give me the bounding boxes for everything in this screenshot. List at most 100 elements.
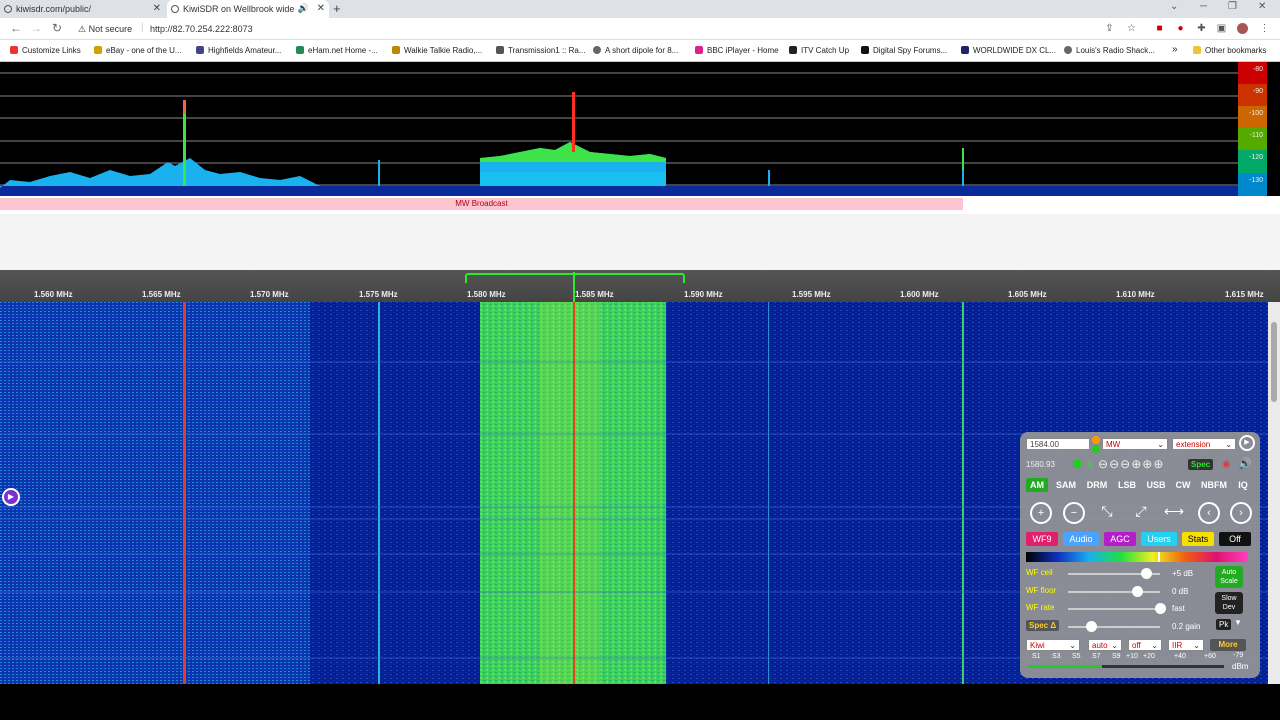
scrollbar-thumb[interactable] bbox=[1271, 322, 1277, 402]
opera-extension-icon[interactable]: ● bbox=[1175, 23, 1186, 34]
menu-dots-icon[interactable]: ⋮ bbox=[1259, 23, 1270, 34]
freq-up-icon[interactable] bbox=[1092, 436, 1100, 444]
tab-stats[interactable]: Stats bbox=[1182, 532, 1214, 546]
mode-am[interactable]: AM bbox=[1026, 478, 1048, 492]
bookmark-item[interactable]: ITV Catch Up bbox=[789, 46, 849, 55]
extension-icon[interactable]: ■ bbox=[1154, 23, 1165, 34]
step-buttons[interactable]: ⊖⊖⊖⊕⊕⊕ bbox=[1098, 457, 1164, 471]
mode-nbfm[interactable]: NBFM bbox=[1198, 478, 1230, 492]
page-right-icon[interactable]: › bbox=[1230, 502, 1252, 524]
auto-scale-button[interactable]: Auto Scale bbox=[1215, 566, 1243, 588]
security-indicator[interactable]: ⚠ Not secure bbox=[78, 24, 132, 35]
passband-indicator[interactable] bbox=[465, 273, 685, 283]
avatar[interactable] bbox=[1237, 23, 1248, 34]
wf-ceil-knob[interactable] bbox=[1141, 568, 1153, 579]
left-panel-play-icon[interactable]: ▶ bbox=[2, 488, 20, 506]
mode-sam[interactable]: SAM bbox=[1053, 478, 1079, 492]
lock-icon[interactable] bbox=[1073, 460, 1081, 468]
tab-audio[interactable]: Audio bbox=[1063, 532, 1099, 546]
iir-select[interactable]: IIR ⌄ bbox=[1168, 639, 1204, 651]
puzzle-extensions-icon[interactable]: ✚ bbox=[1196, 23, 1207, 34]
spec-button[interactable]: Spec bbox=[1188, 459, 1214, 470]
record-icon[interactable]: ◉ bbox=[1222, 459, 1231, 470]
kiwi-select[interactable]: Kiwi ⌄ bbox=[1026, 639, 1080, 651]
zoom-in-icon[interactable]: + bbox=[1030, 502, 1052, 524]
bookmark-item[interactable]: eBay - one of the U... bbox=[94, 46, 182, 55]
spec-gain-knob[interactable] bbox=[1086, 621, 1097, 632]
bookmark-item[interactable]: eHam.net Home -... bbox=[296, 46, 378, 55]
auto-select[interactable]: auto ⌄ bbox=[1088, 639, 1122, 651]
frequency-input[interactable]: 1584.00 bbox=[1026, 438, 1090, 450]
more-button[interactable]: More bbox=[1210, 639, 1246, 651]
mode-drm[interactable]: DRM bbox=[1084, 478, 1110, 492]
step-up-small-icon[interactable]: ⊕ bbox=[1131, 457, 1142, 471]
browser-tab[interactable]: kiwisdr.com/public/ ✕ bbox=[0, 0, 165, 18]
mode-cw[interactable]: CW bbox=[1173, 478, 1193, 492]
new-tab-icon[interactable]: + bbox=[333, 1, 341, 16]
wf-ceil-slider[interactable] bbox=[1068, 568, 1160, 579]
mode-lsb[interactable]: LSB bbox=[1115, 478, 1139, 492]
bookmark-star-icon[interactable]: ☆ bbox=[1126, 23, 1137, 34]
band-label-mw-broadcast[interactable]: MW Broadcast bbox=[0, 198, 963, 210]
chevron-down-icon[interactable]: ▼ bbox=[1234, 618, 1242, 627]
bookmark-item[interactable]: Transmission1 :: Ra... bbox=[496, 46, 586, 55]
more-bookmarks-icon[interactable]: » bbox=[1172, 44, 1178, 55]
wf-floor-slider[interactable] bbox=[1068, 586, 1160, 597]
band-select[interactable]: MW ⌄ bbox=[1102, 438, 1168, 450]
reload-icon[interactable]: ↻ bbox=[52, 21, 62, 35]
zoom-fit-icon[interactable]: ⟷ bbox=[1163, 502, 1185, 524]
waterfall-scrollbar[interactable] bbox=[1268, 302, 1280, 684]
wf-rate-knob[interactable] bbox=[1155, 603, 1166, 614]
freq-down-icon[interactable] bbox=[1092, 445, 1100, 453]
bookmark-folder[interactable]: Other bookmarks bbox=[1193, 46, 1266, 55]
step-up-large-icon[interactable]: ⊕ bbox=[1153, 457, 1164, 471]
bookmark-item[interactable]: WORLDWIDE DX CL... bbox=[961, 46, 1056, 55]
bookmark-item[interactable]: Digital Spy Forums... bbox=[861, 46, 947, 55]
off-select[interactable]: off ⌄ bbox=[1128, 639, 1162, 651]
spec-delta-button[interactable]: Spec Δ bbox=[1026, 620, 1060, 631]
mode-usb[interactable]: USB bbox=[1144, 478, 1168, 492]
bookmark-item[interactable]: A short dipole for 8... bbox=[593, 46, 678, 55]
bookmark-item[interactable]: Highfields Amateur... bbox=[196, 46, 281, 55]
spectrum-display[interactable] bbox=[0, 62, 1238, 196]
speaker-icon[interactable]: 🔊 bbox=[1238, 457, 1252, 470]
step-down-medium-icon[interactable]: ⊖ bbox=[1109, 457, 1120, 471]
peak-button[interactable]: Pk bbox=[1216, 619, 1232, 630]
spec-gain-slider[interactable] bbox=[1068, 621, 1160, 632]
bookmark-item[interactable]: BBC iPlayer - Home bbox=[695, 46, 779, 55]
step-up-medium-icon[interactable]: ⊕ bbox=[1142, 457, 1153, 471]
step-down-small-icon[interactable]: ⊖ bbox=[1120, 457, 1131, 471]
zoom-out-icon[interactable]: − bbox=[1063, 502, 1085, 524]
page-left-icon[interactable]: ‹ bbox=[1198, 502, 1220, 524]
bookmark-item[interactable]: Walkie Talkie Radio,... bbox=[392, 46, 482, 55]
tuning-marker[interactable] bbox=[573, 272, 575, 302]
zoom-max-icon[interactable]: ⤢ bbox=[1130, 502, 1152, 524]
close-tab-icon[interactable]: ✕ bbox=[317, 3, 325, 14]
chevron-down-icon[interactable]: ⌄ bbox=[1170, 1, 1178, 12]
browser-tab-active[interactable]: KiwiSDR on Wellbrook wide 🔊 ✕ bbox=[167, 0, 329, 18]
tab-wf[interactable]: WF9 bbox=[1026, 532, 1058, 546]
bookmark-item[interactable]: Louis's Radio Shack... bbox=[1064, 46, 1155, 55]
back-icon[interactable]: ← bbox=[10, 21, 22, 35]
tab-off[interactable]: Off bbox=[1219, 532, 1251, 546]
audio-playing-icon[interactable]: 🔊 bbox=[298, 3, 309, 14]
url-field[interactable]: http://82.70.254.222:8073 bbox=[150, 24, 253, 34]
wf-rate-slider[interactable] bbox=[1068, 603, 1166, 614]
slow-dev-button[interactable]: Slow Dev bbox=[1215, 592, 1243, 614]
mode-iq[interactable]: IQ bbox=[1234, 478, 1252, 492]
step-down-large-icon[interactable]: ⊖ bbox=[1098, 457, 1109, 471]
close-tab-icon[interactable]: ✕ bbox=[153, 3, 161, 14]
close-window-icon[interactable]: ✕ bbox=[1258, 1, 1266, 12]
restore-icon[interactable]: ❐ bbox=[1228, 1, 1237, 12]
tab-agc[interactable]: AGC bbox=[1104, 532, 1136, 546]
tab-users[interactable]: Users bbox=[1141, 532, 1177, 546]
bookmark-item[interactable]: Customize Links bbox=[10, 46, 81, 55]
sidebar-icon[interactable]: ▣ bbox=[1216, 23, 1227, 34]
share-icon[interactable]: ⇪ bbox=[1104, 23, 1115, 34]
extension-select[interactable]: extension ⌄ bbox=[1172, 438, 1236, 450]
minimize-icon[interactable]: ─ bbox=[1200, 1, 1207, 12]
wf-floor-knob[interactable] bbox=[1132, 586, 1143, 597]
forward-icon[interactable]: → bbox=[30, 21, 42, 35]
play-icon[interactable]: ▶ bbox=[1239, 435, 1255, 451]
zoom-to-band-icon[interactable]: ⤡ bbox=[1096, 502, 1118, 524]
